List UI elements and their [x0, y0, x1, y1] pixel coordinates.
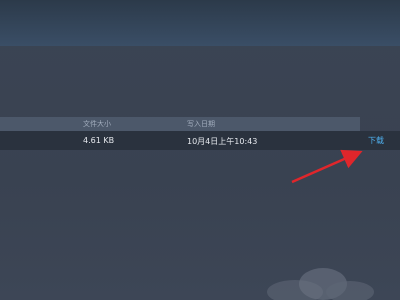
write-date-cell: 10月4日上午10:43	[187, 137, 258, 146]
column-header-write-date[interactable]: 写入日期	[187, 119, 215, 129]
table-header: 文件大小 写入日期	[0, 117, 360, 131]
file-size-cell: 4.61 KB	[83, 136, 115, 145]
decorative-cloud	[267, 268, 374, 300]
table-row[interactable]: 4.61 KB 10月4日上午10:43 下载	[0, 131, 400, 150]
top-banner	[0, 0, 400, 46]
app-window: 文件大小 写入日期 4.61 KB 10月4日上午10:43 下载	[0, 0, 400, 300]
download-link[interactable]: 下载	[368, 135, 384, 146]
column-header-file-size[interactable]: 文件大小	[83, 119, 111, 129]
